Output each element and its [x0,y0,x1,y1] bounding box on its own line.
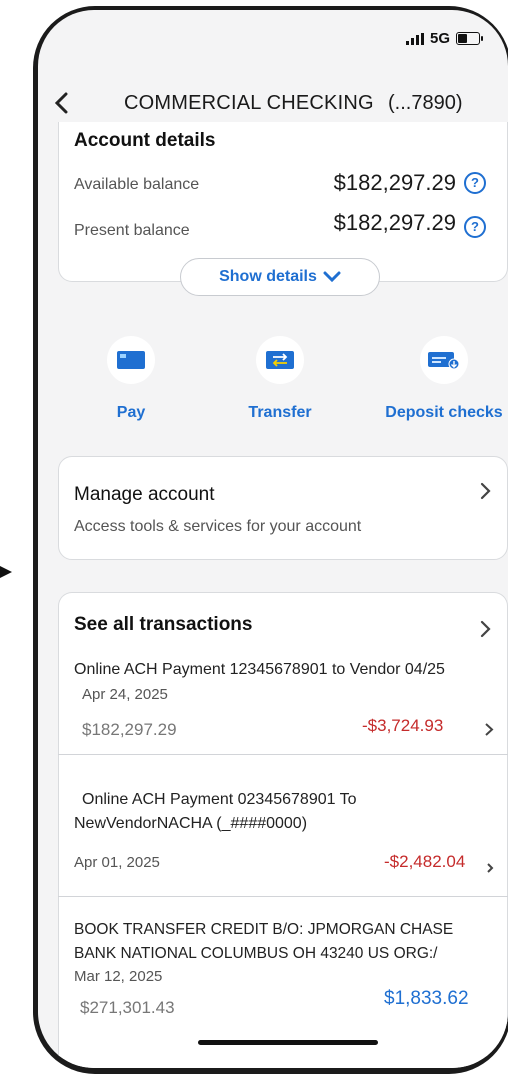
show-details-button[interactable]: Show details [180,258,380,296]
transaction-1-amount: -$3,724.93 [362,716,444,735]
manage-account-title: Manage account [74,484,215,505]
transaction-1-date: Apr 24, 2025 [82,686,168,703]
chevron-left-icon [54,92,68,114]
available-balance-label: Available balance [74,176,200,193]
transaction-2-amount: -$2,482.04 [384,852,466,871]
status-bar: 5G [405,30,483,47]
transaction-1-balance: $182,297.29 [82,720,177,739]
transaction-2-chevron-right-icon[interactable] [486,854,494,880]
chevron-down-icon [323,271,341,283]
transaction-2-date: Apr 01, 2025 [74,854,160,871]
divider [58,896,508,897]
card-icon [117,351,145,369]
deposit-checks-action[interactable]: Deposit checks [374,336,508,422]
deposit-circle [420,336,468,384]
transaction-3-amount: $1,833.62 [384,988,469,1009]
home-indicator[interactable] [198,1040,378,1045]
transaction-3-description-line-1: BOOK TRANSFER CREDIT B/O: JPMORGAN CHASE [74,921,454,938]
divider [58,754,508,755]
present-balance-help-icon[interactable]: ? [464,216,486,238]
transactions-chevron-right-icon[interactable] [480,618,492,644]
transaction-3-date: Mar 12, 2025 [74,968,163,985]
network-label: 5G [429,30,450,47]
transaction-3-balance: $271,301.43 [80,998,175,1017]
show-details-label: Show details [219,268,317,285]
present-balance-label: Present balance [74,222,190,239]
battery-icon [456,32,483,45]
account-number: (...7890) [388,92,463,114]
deposit-checks-label: Deposit checks [385,404,503,421]
transfer-circle [256,336,304,384]
available-balance-value: $182,297.29 [333,170,456,195]
pointer-arrow-icon [0,566,12,578]
transaction-2-description-line-2: NewVendorNACHA (_####0000) [74,815,308,832]
manage-account-subtitle: Access tools & services for your account [74,518,362,535]
phone-frame: 5G COMMERCIAL CHECKING (...7890) Account… [33,6,508,1074]
pay-circle [107,336,155,384]
present-balance-value: $182,297.29 [333,210,456,235]
transaction-2-description-line-1: Online ACH Payment 02345678901 To [82,791,357,808]
transaction-3-description-line-2: BANK NATIONAL COLUMBUS OH 43240 US ORG:/ [74,945,438,962]
transaction-1-chevron-right-icon[interactable] [484,717,494,743]
signal-icon [405,32,424,45]
app-screen: 5G COMMERCIAL CHECKING (...7890) Account… [38,10,508,1068]
transfer-action[interactable]: Transfer [215,336,345,422]
pay-action[interactable]: Pay [66,336,196,422]
available-balance-help-icon[interactable]: ? [464,172,486,194]
transfer-label: Transfer [248,404,312,421]
transaction-1-description: Online ACH Payment 12345678901 to Vendor… [74,661,445,678]
check-deposit-icon [428,352,460,370]
page-title: COMMERCIAL CHECKING [124,92,374,114]
account-details-title: Account details [74,130,216,151]
transfer-icon [266,351,294,369]
see-all-transactions-link[interactable]: See all transactions [74,614,252,636]
manage-account-card[interactable] [58,456,508,560]
manage-chevron-right-icon [480,480,492,506]
back-button[interactable] [54,90,68,120]
pay-label: Pay [116,404,146,421]
